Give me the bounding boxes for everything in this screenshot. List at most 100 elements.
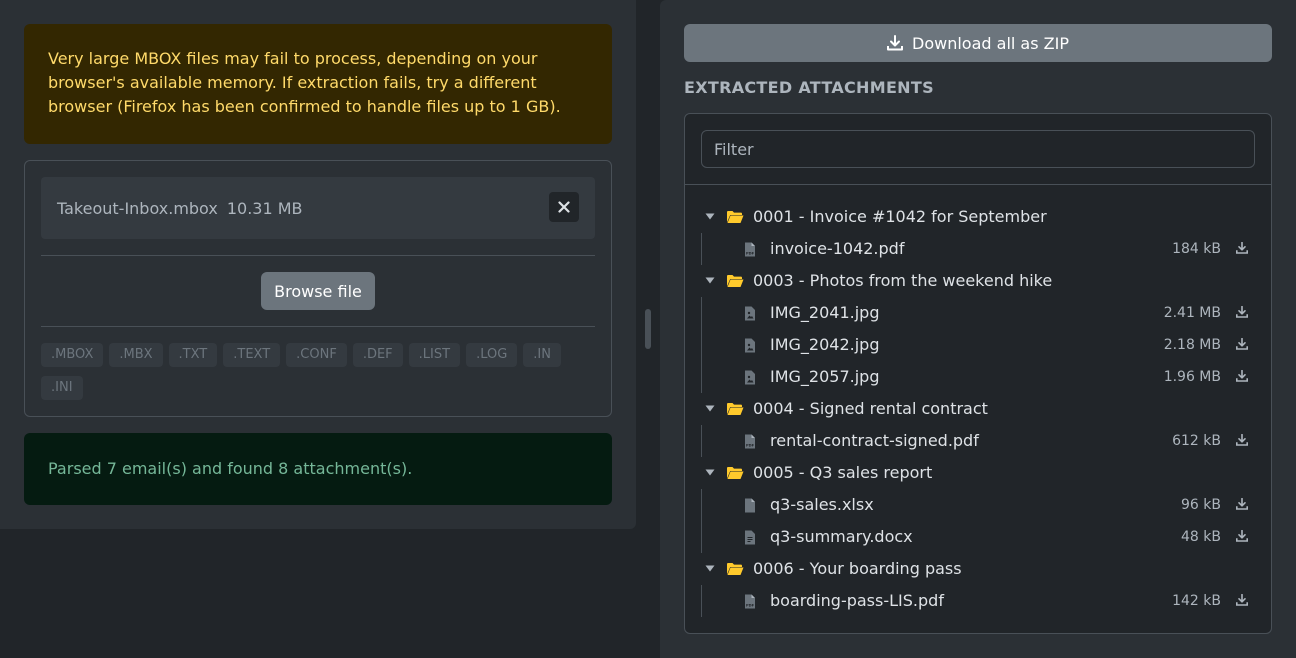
folder-row[interactable]: 0005 - Q3 sales report bbox=[685, 457, 1271, 489]
pdf-file-icon: PDF bbox=[745, 434, 755, 449]
attachments-tree: 0001 - Invoice #1042 for September PDF inv… bbox=[685, 201, 1271, 617]
download-icon[interactable] bbox=[1236, 242, 1248, 254]
svg-text:PDF: PDF bbox=[746, 444, 755, 448]
browse-file-button[interactable]: Browse file bbox=[261, 272, 375, 310]
chevron-down-icon[interactable] bbox=[705, 565, 715, 572]
attachments-panel: Download all as ZIP EXTRACTED ATTACHMENT… bbox=[660, 0, 1296, 658]
download-icon[interactable] bbox=[1236, 594, 1248, 606]
extension-tag: .IN bbox=[523, 343, 561, 367]
attachment-name: boarding-pass-LIS.pdf bbox=[770, 591, 944, 610]
text-file-icon bbox=[745, 530, 755, 545]
divider bbox=[41, 326, 595, 327]
filter-bar bbox=[685, 114, 1271, 185]
chevron-down-icon[interactable] bbox=[705, 213, 715, 220]
pdf-file-icon: PDF bbox=[745, 594, 755, 609]
image-file-icon bbox=[745, 370, 755, 385]
folder-children: IMG_2041.jpg 2.41 MB IMG_2042.jpg 2.18 MB IM… bbox=[685, 297, 1271, 393]
download-zip-label: Download all as ZIP bbox=[912, 33, 1069, 53]
folder-open-icon bbox=[727, 563, 744, 575]
folder-open-icon bbox=[727, 211, 744, 223]
folder-open-icon bbox=[727, 275, 744, 287]
filter-input[interactable] bbox=[701, 130, 1255, 168]
upload-panel: Very large MBOX files may fail to proces… bbox=[0, 0, 636, 529]
extension-tag: .INI bbox=[41, 376, 83, 400]
download-icon[interactable] bbox=[1236, 306, 1248, 318]
remove-file-button[interactable] bbox=[549, 192, 579, 222]
svg-text:PDF: PDF bbox=[746, 604, 755, 608]
file-icon bbox=[745, 498, 755, 513]
attachment-name: rental-contract-signed.pdf bbox=[770, 431, 979, 450]
folder-label: 0001 - Invoice #1042 for September bbox=[753, 207, 1047, 226]
file-dropzone[interactable]: Takeout-Inbox.mbox 10.31 MB Browse file … bbox=[24, 160, 612, 417]
extension-tag: .TEXT bbox=[223, 343, 281, 367]
attachment-item[interactable]: IMG_2042.jpg 2.18 MB bbox=[685, 329, 1271, 361]
attachment-name: invoice-1042.pdf bbox=[770, 239, 905, 258]
attachment-size: 142 kB bbox=[1172, 593, 1221, 609]
folder-children: PDF invoice-1042.pdf 184 kB bbox=[685, 233, 1271, 265]
folder-open-icon bbox=[727, 403, 744, 415]
attachment-size: 612 kB bbox=[1172, 433, 1221, 449]
section-title: EXTRACTED ATTACHMENTS bbox=[684, 78, 934, 97]
accepted-extensions: .MBOX .MBX .TXT .TEXT .CONF .DEF .LIST .LOG .IN.… bbox=[41, 343, 571, 409]
image-file-icon bbox=[745, 306, 755, 321]
attachment-item[interactable]: IMG_2041.jpg 2.41 MB bbox=[685, 297, 1271, 329]
extension-tag: .MBOX bbox=[41, 343, 104, 367]
folder-row[interactable]: 0003 - Photos from the weekend hike bbox=[685, 265, 1271, 297]
attachment-size: 48 kB bbox=[1181, 529, 1221, 545]
folder-children: PDF boarding-pass-LIS.pdf 142 kB bbox=[685, 585, 1271, 617]
folder-row[interactable]: 0006 - Your boarding pass bbox=[685, 553, 1271, 585]
folder-label: 0003 - Photos from the weekend hike bbox=[753, 271, 1053, 290]
memory-warning-alert: Very large MBOX files may fail to proces… bbox=[24, 24, 612, 144]
download-icon bbox=[887, 35, 904, 51]
extension-tag: .LIST bbox=[408, 343, 461, 367]
extension-tag: .TXT bbox=[168, 343, 218, 367]
attachment-name: IMG_2042.jpg bbox=[770, 335, 880, 354]
folder-open-icon bbox=[727, 467, 744, 479]
resize-handle[interactable] bbox=[645, 309, 651, 349]
image-file-icon bbox=[745, 338, 755, 353]
download-icon[interactable] bbox=[1236, 370, 1248, 382]
extension-tag: .LOG bbox=[466, 343, 518, 367]
folder-label: 0006 - Your boarding pass bbox=[753, 559, 962, 578]
attachment-size: 96 kB bbox=[1181, 497, 1221, 513]
close-icon bbox=[558, 201, 570, 213]
attachment-size: 2.18 MB bbox=[1163, 337, 1221, 353]
attachment-name: q3-sales.xlsx bbox=[770, 495, 874, 514]
attachment-item[interactable]: PDF rental-contract-signed.pdf 612 kB bbox=[685, 425, 1271, 457]
download-icon[interactable] bbox=[1236, 498, 1248, 510]
attachment-item[interactable]: PDF invoice-1042.pdf 184 kB bbox=[685, 233, 1271, 265]
folder-label: 0004 - Signed rental contract bbox=[753, 399, 988, 418]
folder-row[interactable]: 0001 - Invoice #1042 for September bbox=[685, 201, 1271, 233]
download-icon[interactable] bbox=[1236, 530, 1248, 542]
attachment-size: 184 kB bbox=[1172, 241, 1221, 257]
svg-text:PDF: PDF bbox=[746, 252, 755, 256]
folder-label: 0005 - Q3 sales report bbox=[753, 463, 933, 482]
pdf-file-icon: PDF bbox=[745, 242, 755, 257]
attachment-item[interactable]: q3-summary.docx 48 kB bbox=[685, 521, 1271, 553]
folder-row[interactable]: 0004 - Signed rental contract bbox=[685, 393, 1271, 425]
extension-tag: .CONF bbox=[286, 343, 347, 367]
attachment-size: 2.41 MB bbox=[1163, 305, 1221, 321]
attachment-name: IMG_2057.jpg bbox=[770, 367, 880, 386]
attachments-tree-container: 0001 - Invoice #1042 for September PDF inv… bbox=[684, 113, 1272, 634]
parse-status-alert: Parsed 7 email(s) and found 8 attachment… bbox=[24, 433, 612, 505]
chevron-down-icon[interactable] bbox=[705, 469, 715, 476]
file-name: Takeout-Inbox.mbox bbox=[57, 198, 218, 218]
attachment-item[interactable]: IMG_2057.jpg 1.96 MB bbox=[685, 361, 1271, 393]
download-zip-button[interactable]: Download all as ZIP bbox=[684, 24, 1272, 62]
download-icon[interactable] bbox=[1236, 338, 1248, 350]
chevron-down-icon[interactable] bbox=[705, 277, 715, 284]
attachment-name: q3-summary.docx bbox=[770, 527, 913, 546]
download-icon[interactable] bbox=[1236, 434, 1248, 446]
extension-tag: .DEF bbox=[352, 343, 403, 367]
folder-children: q3-sales.xlsx 96 kB q3-summary.docx 48 kB bbox=[685, 489, 1271, 553]
extension-tag: .MBX bbox=[109, 343, 163, 367]
attachment-name: IMG_2041.jpg bbox=[770, 303, 880, 322]
file-size: 10.31 MB bbox=[226, 198, 303, 218]
divider bbox=[41, 255, 595, 256]
attachment-item[interactable]: q3-sales.xlsx 96 kB bbox=[685, 489, 1271, 521]
selected-file: Takeout-Inbox.mbox 10.31 MB bbox=[41, 177, 595, 239]
folder-children: PDF rental-contract-signed.pdf 612 kB bbox=[685, 425, 1271, 457]
attachment-item[interactable]: PDF boarding-pass-LIS.pdf 142 kB bbox=[685, 585, 1271, 617]
chevron-down-icon[interactable] bbox=[705, 405, 715, 412]
